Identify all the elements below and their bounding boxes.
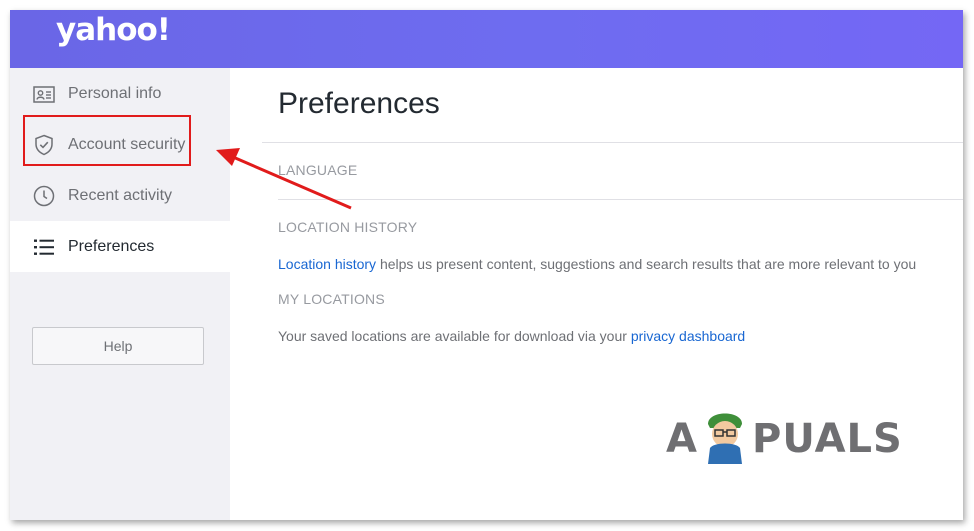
browser-frame: yahoo! Personal info Account security Re… [10, 10, 963, 520]
watermark-text-right: PUALS [752, 416, 903, 462]
mascot-icon [708, 413, 742, 464]
appuals-watermark: A PUALS [666, 404, 902, 470]
watermark-text-left: A [666, 416, 698, 462]
